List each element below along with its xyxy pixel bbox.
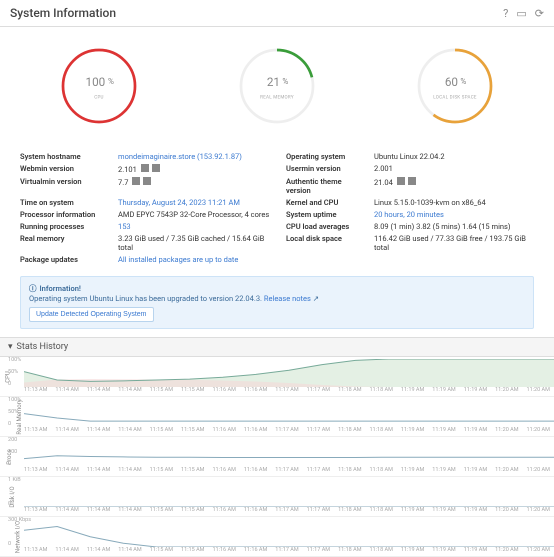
val-virtualmin: 7.7 <box>118 177 278 195</box>
val-webmin: 2.101 <box>118 164 278 174</box>
alert-info: ⓘInformation! Operating system Ubuntu Li… <box>20 276 534 329</box>
gauge-memory: 21% REAL MEMORY <box>232 41 322 134</box>
update-os-button[interactable]: Update Detected Operating System <box>29 307 154 322</box>
val-hostname[interactable]: mondeimaginaire.store (153.92.1.87) <box>118 152 278 161</box>
svg-text:REAL MEMORY: REAL MEMORY <box>260 95 294 101</box>
svg-text:%: % <box>108 76 114 86</box>
val-os: Ubuntu Linux 22.04.2 <box>374 152 534 161</box>
chart-networkio: Network I/O 300 Kbps0 11:13 AM11:14 AM11… <box>0 517 554 557</box>
chart-label: Network I/O <box>15 520 22 552</box>
val-proc: AMD EPYC 7543P 32-Core Processor, 4 core… <box>118 210 278 219</box>
chart-x-axis: 11:13 AM11:14 AM11:14 AM11:14 AM11:15 AM… <box>24 467 554 473</box>
alert-title: ⓘInformation! <box>29 283 525 294</box>
info-grid: System hostname mondeimaginaire.store (15… <box>0 148 554 272</box>
gauge-disk: 60% LOCAL DISK SPACE <box>410 41 500 134</box>
release-notes-link[interactable]: Release notes <box>264 294 311 303</box>
gauges-row: 100% CPU 21% REAL MEMORY 60% LOCAL DISK SPA… <box>0 27 554 148</box>
settings-icon[interactable] <box>141 164 149 172</box>
svg-text:CPU: CPU <box>94 95 104 101</box>
svg-text:60: 60 <box>445 75 458 89</box>
chart-procs: Procs 2001000 11:13 AM11:14 AM11:14 AM11… <box>0 437 554 477</box>
lbl-time: Time on system <box>20 198 110 207</box>
val-mem: 3.23 GiB used / 7.35 GiB cached / 15.64 … <box>118 234 278 252</box>
chart-x-axis: 11:13 AM11:14 AM11:14 AM11:14 AM11:15 AM… <box>24 387 554 393</box>
chevron-down-icon: ▾ <box>8 342 13 352</box>
theme-settings-icon[interactable] <box>397 177 405 185</box>
lbl-theme: Authentic theme version <box>286 177 366 195</box>
chart-x-axis: 11:13 AM11:14 AM11:14 AM11:14 AM11:15 AM… <box>24 547 554 553</box>
lbl-disk: Local disk space <box>286 234 366 252</box>
chart-cpu: CPU 100%50%0 11:13 AM11:14 AM11:14 AM11:… <box>0 357 554 397</box>
chart-x-axis: 11:13 AM11:14 AM11:14 AM11:14 AM11:15 AM… <box>24 507 554 513</box>
theme-info-icon[interactable] <box>408 177 416 185</box>
lbl-uptime: System uptime <box>286 210 366 219</box>
val-kernel: Linux 5.15.0-1039-kvm on x86_64 <box>374 198 534 207</box>
key-icon[interactable] <box>143 177 151 185</box>
lbl-webmin: Webmin version <box>20 164 110 174</box>
chart-label: Real Memory <box>16 399 23 434</box>
alert-body: Operating system Ubuntu Linux has been u… <box>29 294 525 303</box>
lbl-os: Operating system <box>286 152 366 161</box>
lbl-virtualmin: Virtualmin version <box>20 177 110 195</box>
lbl-pkg: Package updates <box>20 255 110 264</box>
note-icon[interactable] <box>132 177 140 185</box>
val-uptime[interactable]: 20 hours, 20 minutes <box>374 210 534 219</box>
lbl-proc: Processor information <box>20 210 110 219</box>
lbl-hostname: System hostname <box>20 152 110 161</box>
lbl-mem: Real memory <box>20 234 110 252</box>
external-icon: ↗ <box>313 294 319 303</box>
val-running[interactable]: 153 <box>118 222 278 231</box>
svg-text:21: 21 <box>267 75 280 89</box>
stats-header[interactable]: ▾Stats History <box>0 337 554 357</box>
info-circle-icon: ⓘ <box>29 283 37 294</box>
page-header: System Information ? ▭ ⟳ <box>0 0 554 27</box>
svg-text:%: % <box>460 76 466 86</box>
chart-x-axis: 11:13 AM11:14 AM11:14 AM11:14 AM11:15 AM… <box>24 427 554 433</box>
page-title: System Information <box>10 6 116 20</box>
val-disk: 116.42 GiB used / 77.33 GiB free / 193.7… <box>374 234 534 252</box>
terminal-icon[interactable]: ▭ <box>516 7 526 20</box>
refresh-icon[interactable]: ⟳ <box>535 7 544 20</box>
lbl-load: CPU load averages <box>286 222 366 231</box>
lbl-kernel: Kernel and CPU <box>286 198 366 207</box>
val-usermin: 2.001 <box>374 164 534 174</box>
chart-realmemory: Real Memory 100%50%0 11:13 AM11:14 AM11:… <box>0 397 554 437</box>
val-load: 8.09 (1 min) 3.82 (5 mins) 1.64 (15 mins… <box>374 222 534 231</box>
lbl-usermin: Usermin version <box>286 164 366 174</box>
svg-text:%: % <box>282 76 288 86</box>
help-icon[interactable]: ? <box>503 7 508 20</box>
chart-diskio: Disk I/O 1 KiB0 11:13 AM11:14 AM11:14 AM… <box>0 477 554 517</box>
val-theme: 21.04 <box>374 177 534 195</box>
lbl-running: Running processes <box>20 222 110 231</box>
svg-text:LOCAL DISK SPACE: LOCAL DISK SPACE <box>433 95 477 101</box>
val-pkg[interactable]: All installed packages are up to date <box>118 255 278 264</box>
header-actions: ? ▭ ⟳ <box>503 7 544 20</box>
charts-container: CPU 100%50%0 11:13 AM11:14 AM11:14 AM11:… <box>0 357 554 557</box>
info-icon[interactable] <box>152 164 160 172</box>
gauge-cpu: 100% CPU <box>54 41 144 134</box>
val-time[interactable]: Thursday, August 24, 2023 11:21 AM <box>118 198 278 207</box>
svg-text:100: 100 <box>86 75 106 89</box>
